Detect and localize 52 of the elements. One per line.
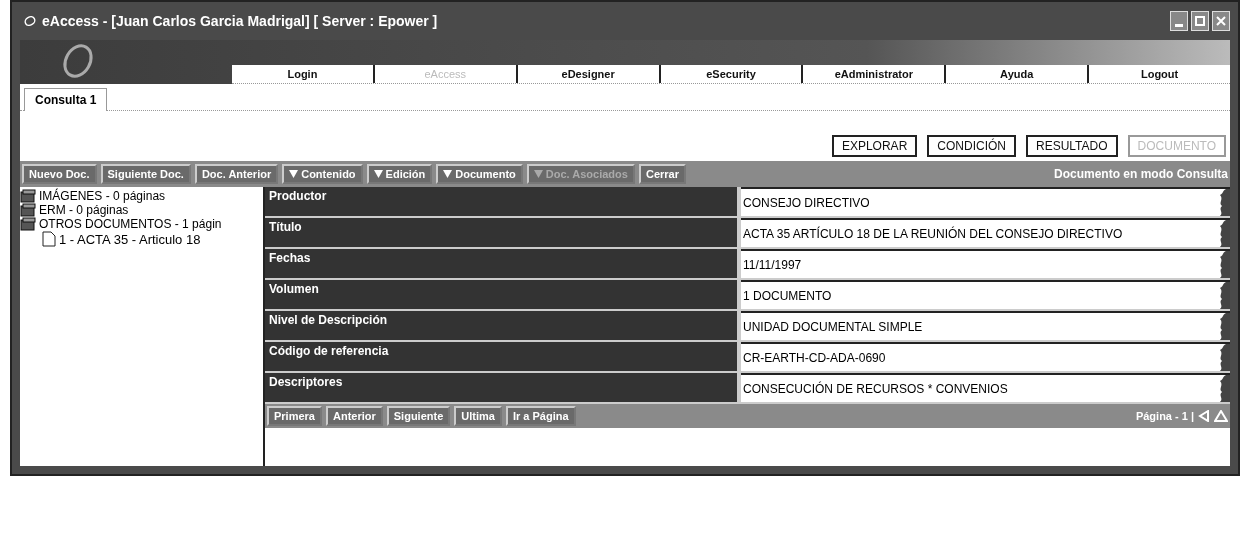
folder-stack-icon bbox=[20, 189, 36, 203]
toolbar-button[interactable]: Nuevo Doc. bbox=[22, 164, 97, 184]
field-label: Descriptores bbox=[265, 373, 741, 402]
toolbar-button[interactable]: Doc. Anterior bbox=[194, 164, 279, 184]
logo-icon bbox=[60, 42, 96, 80]
field-value: CONSEJO DIRECTIVO bbox=[741, 187, 1230, 216]
up-arrow-icon[interactable] bbox=[1214, 410, 1228, 422]
pager-button[interactable]: Ultima bbox=[454, 406, 502, 426]
field-label: Nivel de Descripción bbox=[265, 311, 741, 340]
field-label: Volumen bbox=[265, 280, 741, 309]
field-value: UNIDAD DOCUMENTAL SIMPLE bbox=[741, 311, 1230, 340]
pager-button[interactable]: Ir a Página bbox=[505, 406, 576, 426]
minimize-icon bbox=[1175, 23, 1183, 27]
minimize-button[interactable] bbox=[1170, 11, 1188, 31]
close-icon bbox=[1216, 16, 1226, 26]
app-tab[interactable]: Logout bbox=[1089, 65, 1230, 83]
pager-button[interactable]: Siguiente bbox=[386, 406, 451, 426]
mode-status: Documento en modo Consulta bbox=[1054, 167, 1228, 181]
folder-stack-icon bbox=[20, 203, 36, 217]
mode-button[interactable]: EXPLORAR bbox=[831, 135, 918, 157]
field-label: Productor bbox=[265, 187, 741, 216]
window-title: eAccess - [Juan Carlos Garcia Madrigal] [ Server : Epower ] bbox=[42, 13, 439, 29]
app-icon bbox=[24, 15, 36, 27]
mode-button[interactable]: RESULTADO bbox=[1025, 135, 1118, 157]
pager-button[interactable]: Primera bbox=[267, 406, 322, 426]
toolbar-button[interactable]: Siguiente Doc. bbox=[100, 164, 191, 184]
field-value: CR-EARTH-CD-ADA-0690 bbox=[741, 342, 1230, 371]
toolbar-button[interactable]: Edición bbox=[366, 164, 433, 184]
tree-item[interactable]: ERM - 0 páginas bbox=[39, 203, 129, 217]
toolbar-button[interactable]: Documento bbox=[436, 164, 523, 184]
field-label: Fechas bbox=[265, 249, 741, 278]
close-button[interactable] bbox=[1212, 11, 1230, 31]
page-indicator: Página - 1 | bbox=[1135, 410, 1194, 422]
folder-stack-icon bbox=[20, 217, 36, 231]
maximize-icon bbox=[1195, 16, 1205, 26]
field-value: CONSECUCIÓN DE RECURSOS * CONVENIOS bbox=[741, 373, 1230, 402]
field-label: Título bbox=[265, 218, 741, 247]
query-tab[interactable]: Consulta 1 bbox=[24, 88, 108, 111]
tree-item[interactable]: IMÁGENES - 0 páginas bbox=[39, 189, 166, 203]
toolbar-button[interactable]: Contenido bbox=[282, 164, 363, 184]
tree-item[interactable]: 1 - ACTA 35 - Articulo 18 bbox=[59, 231, 201, 247]
maximize-button[interactable] bbox=[1191, 11, 1209, 31]
document-icon bbox=[42, 231, 56, 247]
field-label: Código de referencia bbox=[265, 342, 741, 371]
pager-button[interactable]: Anterior bbox=[326, 406, 383, 426]
field-value: 11/11/1997 bbox=[741, 249, 1230, 278]
field-value: ACTA 35 ARTÍCULO 18 DE LA REUNIÓN DEL CONSEJO DIRECTIVO bbox=[741, 218, 1230, 247]
mode-button[interactable]: CONDICIÓN bbox=[927, 135, 1016, 157]
toolbar-button[interactable]: Cerrar bbox=[638, 164, 686, 184]
previous-arrow-icon[interactable] bbox=[1198, 410, 1210, 422]
tree-item[interactable]: OTROS DOCUMENTOS - 1 págin bbox=[39, 217, 222, 231]
field-value: 1 DOCUMENTO bbox=[741, 280, 1230, 309]
